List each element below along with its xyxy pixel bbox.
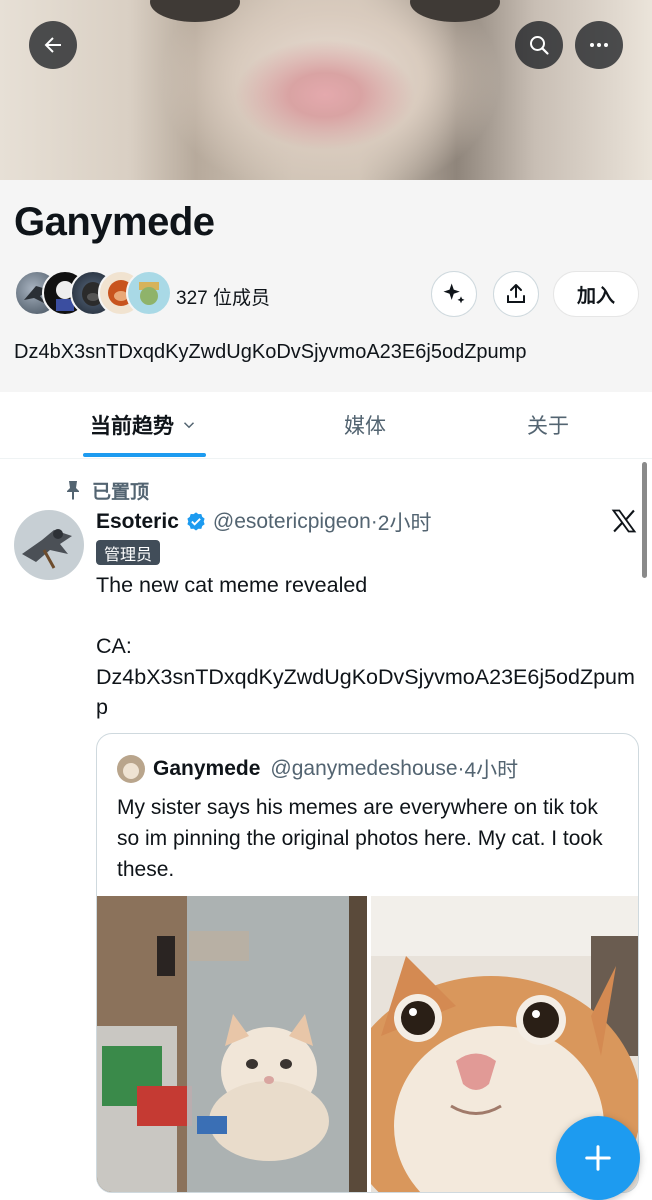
character-icon <box>139 282 159 305</box>
quoted-photo-cat-in-glass[interactable] <box>97 896 367 1192</box>
cat-avatar-icon <box>117 755 145 783</box>
pigeon-icon <box>14 510 84 580</box>
post-author-line: Esoteric @esotericpigeon · 2小时 <box>96 507 431 537</box>
tab-trending[interactable]: 当前趋势 <box>60 392 228 458</box>
member-avatar <box>126 270 172 316</box>
back-button[interactable] <box>29 21 77 69</box>
search-button[interactable] <box>515 21 563 69</box>
join-button[interactable]: 加入 <box>553 271 639 317</box>
plus-icon <box>585 1145 611 1171</box>
post-timestamp[interactable]: 2小时 <box>378 507 432 537</box>
quoted-author-handle: @ganymedeshouse <box>270 757 458 780</box>
post-author-handle[interactable]: @esotericpigeon <box>213 510 371 534</box>
compose-button[interactable] <box>556 1116 640 1200</box>
grok-button[interactable] <box>431 271 477 317</box>
quoted-author-name: Ganymede <box>153 757 261 780</box>
cat-in-glass-photo <box>97 896 367 1192</box>
quoted-post-text: My sister says his memes are everywhere … <box>117 796 603 881</box>
admin-badge: 管理员 <box>96 540 161 565</box>
post-meta-separator: · <box>370 510 378 533</box>
chevron-down-icon <box>183 422 195 429</box>
quoted-post[interactable]: Ganymede @ganymedeshouse · 4小时 My sister… <box>96 733 639 1193</box>
post-text: The new cat meme revealed CA: Dz4bX3snTD… <box>96 573 635 719</box>
pinned-indicator: 已置顶 <box>64 477 149 503</box>
member-avatars[interactable] <box>14 270 172 316</box>
pinned-label: 已置顶 <box>92 481 150 503</box>
x-logo-icon <box>611 509 637 533</box>
sparkle-icon <box>443 283 465 304</box>
member-count[interactable]: 327 位成员 <box>176 283 270 310</box>
community-tabs: 当前趋势 媒体 关于 <box>0 392 652 459</box>
share-icon <box>507 284 525 303</box>
pin-icon <box>67 481 79 500</box>
tab-about-label: 关于 <box>527 415 569 438</box>
quoted-author-avatar <box>117 755 145 783</box>
arrow-left-icon <box>44 37 61 53</box>
tab-media-label: 媒体 <box>344 415 386 438</box>
share-button[interactable] <box>493 271 539 317</box>
search-icon <box>530 36 549 55</box>
scrollbar[interactable] <box>642 462 647 578</box>
quoted-timestamp: 4小时 <box>464 759 519 782</box>
quoted-meta-separator: · <box>457 757 465 780</box>
post-author-avatar[interactable] <box>14 510 84 580</box>
community-header: Ganymede 327 位成员 加入 Dz4bX3snTDxqdKyZwdUg… <box>0 180 652 392</box>
tab-media[interactable]: 媒体 <box>300 392 430 458</box>
banner-cat-eye-right <box>410 0 500 22</box>
community-title: Ganymede <box>14 200 215 244</box>
quoted-post-header: Ganymede @ganymedeshouse · 4小时 <box>117 754 518 784</box>
tab-about[interactable]: 关于 <box>483 392 613 458</box>
verified-badge-icon <box>187 512 205 531</box>
active-tab-indicator <box>83 453 206 457</box>
post-author-name[interactable]: Esoteric <box>96 510 179 534</box>
more-horizontal-icon <box>590 43 608 47</box>
tab-trending-label: 当前趋势 <box>90 415 174 438</box>
banner-cat-eye-left <box>150 0 240 22</box>
more-button[interactable] <box>575 21 623 69</box>
community-description: Dz4bX3snTDxqdKyZwdUgKoDvSjyvmoA23E6j5odZ… <box>14 341 527 363</box>
